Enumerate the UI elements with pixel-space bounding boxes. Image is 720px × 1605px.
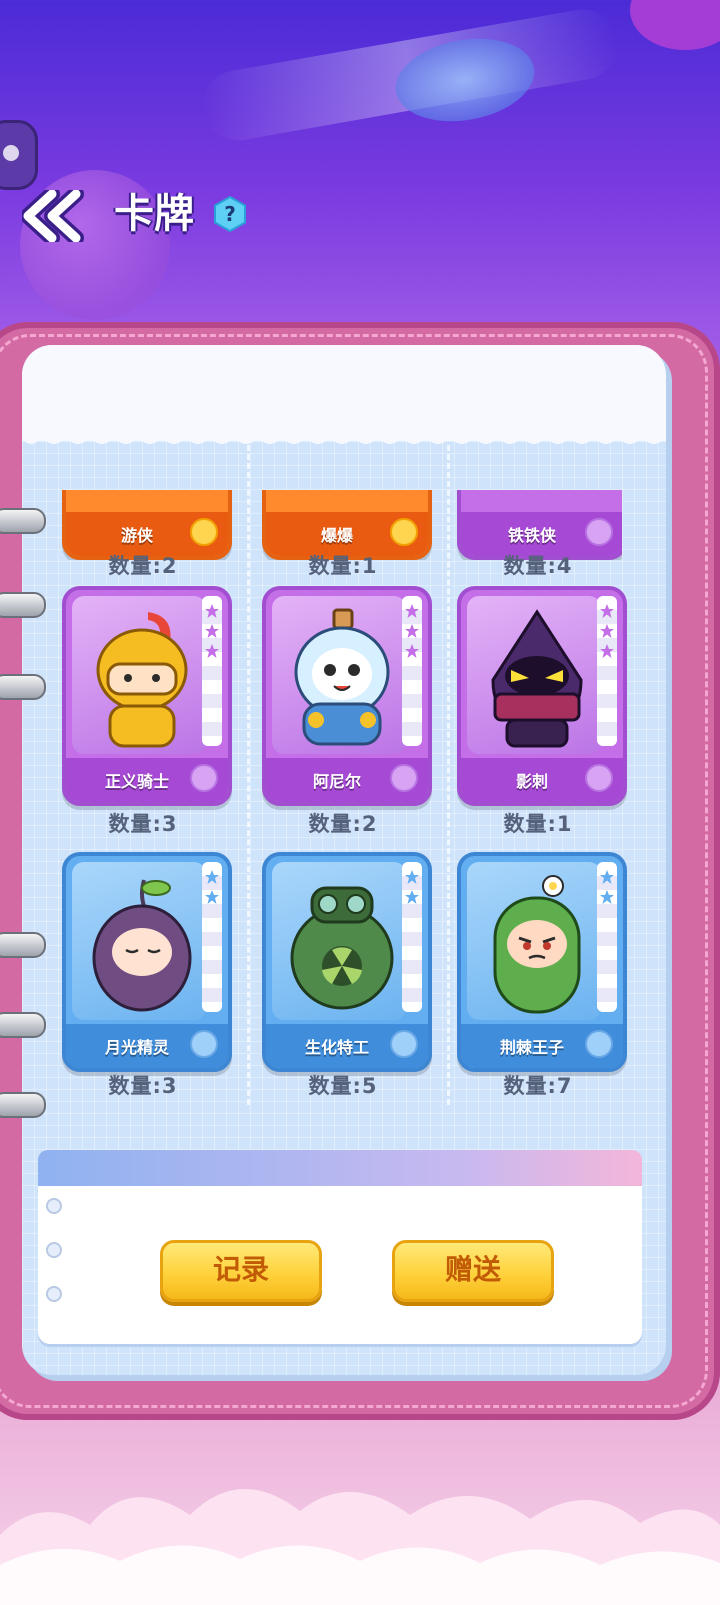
back-button[interactable] xyxy=(20,186,86,246)
svg-text:?: ? xyxy=(224,202,236,226)
star-icon xyxy=(205,604,219,618)
gift-button[interactable]: 赠送 xyxy=(392,1240,554,1302)
star-icon xyxy=(600,644,614,658)
binder-ring xyxy=(0,932,46,958)
shadow-character-icon xyxy=(491,609,583,748)
ufo-decor xyxy=(389,28,541,132)
knight-character-icon xyxy=(96,612,188,748)
hazmat-character-icon xyxy=(290,886,394,1010)
binder-ring xyxy=(0,592,46,618)
medal-icon xyxy=(390,518,418,546)
punch-hole xyxy=(46,1242,62,1258)
card-count: 数量:2 xyxy=(108,554,178,578)
question-hexagon-icon: ? xyxy=(214,195,246,233)
card-count: 数量:2 xyxy=(308,812,378,836)
cloud-decor xyxy=(0,1488,720,1605)
card-yingci[interactable]: 影刺 xyxy=(457,586,627,806)
card-name: 荆棘王子 xyxy=(499,1038,564,1057)
punch-hole xyxy=(46,1198,62,1214)
card-anier[interactable]: 阿尼尔 xyxy=(262,586,432,806)
binder-ring xyxy=(0,1092,46,1118)
card-name: 阿尼尔 xyxy=(312,772,361,791)
star-icon xyxy=(405,644,419,658)
star-icon xyxy=(405,604,419,618)
star-icon xyxy=(600,890,614,904)
medal-icon xyxy=(585,518,613,546)
card-name: 正义骑士 xyxy=(104,772,169,791)
page-title: 卡牌 xyxy=(114,191,194,237)
medal-icon xyxy=(190,764,218,792)
card-moonlight-sprite[interactable]: 月光精灵 xyxy=(62,852,232,1072)
rarity-strip xyxy=(202,596,222,746)
card-justice-knight[interactable]: 正义骑士 xyxy=(62,586,232,806)
medal-icon xyxy=(390,1030,418,1058)
star-icon xyxy=(600,624,614,638)
binder-ring xyxy=(0,674,46,700)
page-header xyxy=(22,345,666,444)
help-button[interactable]: ? xyxy=(212,195,248,233)
punch-hole xyxy=(46,1286,62,1302)
card-count: 数量:3 xyxy=(108,1074,178,1098)
card-count: 数量:1 xyxy=(308,554,378,578)
medal-icon xyxy=(390,764,418,792)
card-count: 数量:7 xyxy=(503,1074,573,1098)
card-name: 爆爆 xyxy=(320,526,353,545)
star-icon xyxy=(205,890,219,904)
card-count: 数量:1 xyxy=(503,812,573,836)
star-icon xyxy=(405,624,419,638)
card-name: 生化特工 xyxy=(304,1038,369,1057)
cactus-character-icon xyxy=(493,875,581,1014)
star-icon xyxy=(405,870,419,884)
card-biochem-agent[interactable]: 生化特工 xyxy=(262,852,432,1072)
star-icon xyxy=(600,604,614,618)
card-count: 数量:3 xyxy=(108,812,178,836)
bottle-character-icon xyxy=(294,608,390,746)
binder-ring xyxy=(0,1012,46,1038)
rarity-strip xyxy=(402,862,422,1012)
scallop-edge xyxy=(22,429,666,444)
top-bar: 卡牌 ? xyxy=(20,186,322,246)
rarity-strip xyxy=(402,596,422,746)
card-count: 数量:5 xyxy=(308,1074,378,1098)
card-name: 月光精灵 xyxy=(104,1038,169,1057)
star-icon xyxy=(405,890,419,904)
rarity-strip xyxy=(202,862,222,1012)
star-icon xyxy=(600,870,614,884)
star-icon xyxy=(205,870,219,884)
card-name: 影刺 xyxy=(515,772,548,791)
light-streak xyxy=(197,4,623,146)
rarity-strip xyxy=(597,862,617,1012)
star-icon xyxy=(205,644,219,658)
card-name: 游侠 xyxy=(120,526,153,545)
double-chevron-left-icon xyxy=(20,186,84,246)
medal-icon xyxy=(190,518,218,546)
card-thorn-prince[interactable]: 荆棘王子 xyxy=(457,852,627,1072)
medal-icon xyxy=(585,764,613,792)
side-badge[interactable] xyxy=(0,120,38,190)
card-count: 数量:4 xyxy=(503,554,573,578)
card-name: 铁铁侠 xyxy=(507,526,556,545)
plum-character-icon xyxy=(92,879,192,1012)
binder-ring xyxy=(0,508,46,534)
star-icon xyxy=(205,624,219,638)
record-button[interactable]: 记录 xyxy=(160,1240,322,1302)
medal-icon xyxy=(585,1030,613,1058)
medal-icon xyxy=(190,1030,218,1058)
corner-orb xyxy=(630,0,720,50)
rarity-strip xyxy=(597,596,617,746)
